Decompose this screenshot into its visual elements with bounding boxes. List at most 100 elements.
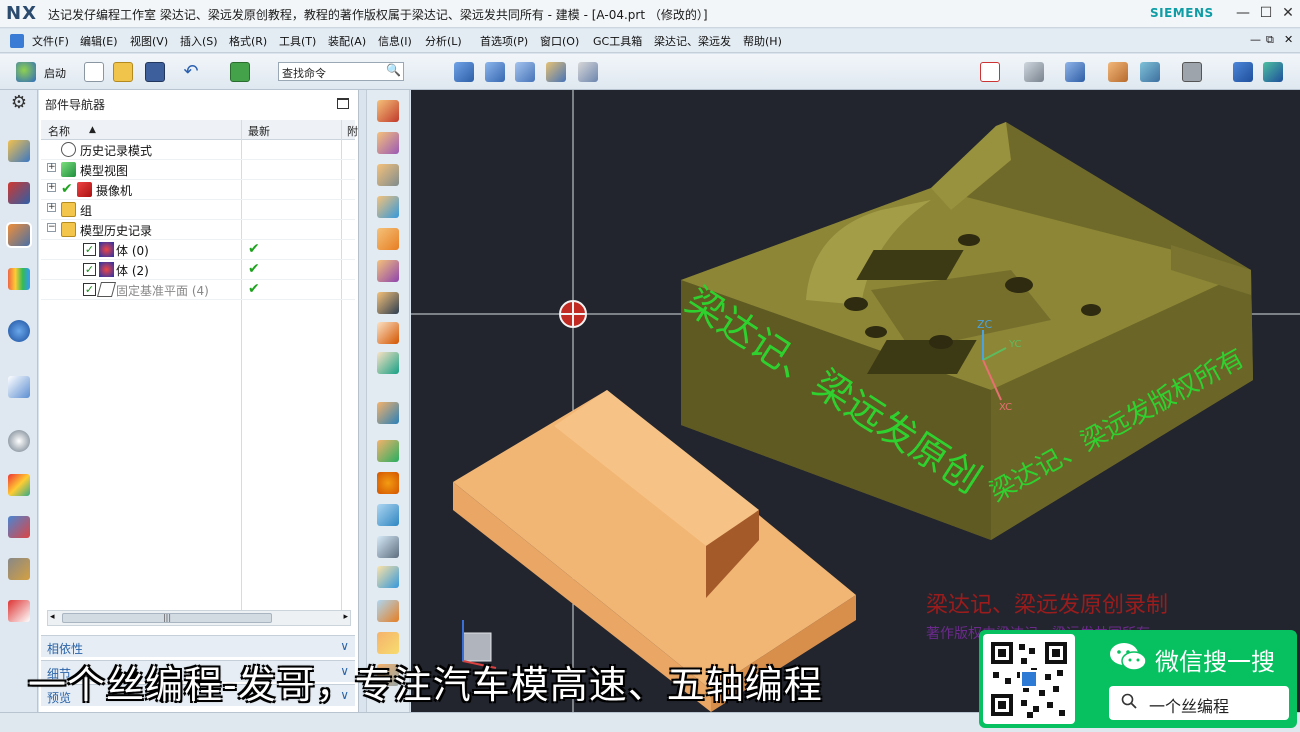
graphics-viewport[interactable]: ZC YC XC 梁达记、梁远发原创 梁达记、梁远发版权所有 梁达记、梁远发原创… bbox=[411, 90, 1300, 712]
menu-view[interactable]: 视图(V) bbox=[130, 33, 168, 49]
menu-gc-toolbox[interactable]: GC工具箱 bbox=[593, 33, 642, 49]
tree-row-body-2[interactable]: ✓ 体 (2) ✔ bbox=[41, 260, 355, 280]
navigator-horizontal-scrollbar[interactable]: ◂ ||| ▸ bbox=[47, 610, 351, 626]
menu-analysis[interactable]: 分析(L) bbox=[425, 33, 462, 49]
patch-icon[interactable] bbox=[377, 566, 399, 588]
unite-icon[interactable] bbox=[377, 228, 399, 250]
chevron-down-icon[interactable]: ∨ bbox=[340, 639, 349, 653]
tree-row-groups[interactable]: + 组 bbox=[41, 200, 355, 220]
offset-face-icon[interactable] bbox=[377, 196, 399, 218]
tree-row-datum-plane[interactable]: ✓ 固定基准平面 (4) ✔ bbox=[41, 280, 355, 300]
sort-arrow-icon[interactable]: ▲ bbox=[89, 125, 96, 135]
move-face-icon[interactable] bbox=[377, 352, 399, 374]
subtract-icon[interactable] bbox=[377, 260, 399, 282]
section-view-icon[interactable] bbox=[1140, 62, 1160, 82]
mesh-surface-icon[interactable] bbox=[485, 62, 505, 82]
sew-icon[interactable] bbox=[377, 504, 399, 526]
column-attached[interactable]: 附 bbox=[347, 123, 358, 139]
shell-icon[interactable] bbox=[377, 402, 399, 424]
shaded-view-icon[interactable] bbox=[1065, 62, 1085, 82]
menu-window[interactable]: 窗口(O) bbox=[540, 33, 579, 49]
web-browser-icon[interactable] bbox=[8, 320, 30, 342]
expand-icon[interactable]: + bbox=[47, 183, 56, 192]
menu-tools[interactable]: 工具(T) bbox=[279, 33, 316, 49]
snap-point-icon[interactable] bbox=[1233, 62, 1253, 82]
assembly-navigator-icon[interactable] bbox=[8, 140, 30, 162]
render-style-icon[interactable] bbox=[1024, 62, 1044, 82]
minimize-button[interactable]: — bbox=[1234, 4, 1252, 22]
hole-array-icon[interactable] bbox=[377, 472, 399, 494]
open-folder-icon[interactable] bbox=[113, 62, 133, 82]
clock-history-icon[interactable] bbox=[8, 430, 30, 452]
role-icon[interactable] bbox=[8, 558, 30, 580]
menu-preferences[interactable]: 首选项(P) bbox=[480, 33, 528, 49]
trim-body-icon[interactable] bbox=[377, 164, 399, 186]
visibility-checkbox[interactable]: ✓ bbox=[83, 283, 96, 296]
scroll-thumb[interactable]: ||| bbox=[62, 613, 272, 623]
history-palette-icon[interactable] bbox=[8, 376, 30, 398]
collapse-icon[interactable]: − bbox=[47, 223, 56, 232]
hole bbox=[929, 335, 953, 349]
background-color-icon[interactable] bbox=[1182, 62, 1202, 82]
doc-minimize-button[interactable]: — bbox=[1250, 33, 1261, 46]
column-latest[interactable]: 最新 bbox=[248, 123, 270, 139]
tree-row-model-views[interactable]: + 模型视图 bbox=[41, 160, 355, 180]
reuse-library-icon[interactable] bbox=[8, 268, 30, 290]
extrude-icon[interactable] bbox=[377, 100, 399, 122]
expand-icon[interactable]: + bbox=[47, 163, 56, 172]
constraint-navigator-icon[interactable] bbox=[8, 182, 30, 204]
trim-surface-icon[interactable] bbox=[578, 62, 598, 82]
doc-close-button[interactable]: ✕ bbox=[1284, 33, 1293, 46]
revolve-icon[interactable] bbox=[377, 132, 399, 154]
search-icon[interactable]: 🔍 bbox=[386, 63, 401, 77]
fit-view-icon[interactable] bbox=[980, 62, 1000, 82]
menu-format[interactable]: 格式(R) bbox=[229, 33, 267, 49]
pattern-icon[interactable] bbox=[377, 292, 399, 314]
visible-check-icon[interactable]: ✔ bbox=[61, 182, 76, 197]
wcs-icon[interactable] bbox=[1263, 62, 1283, 82]
close-button[interactable]: ✕ bbox=[1279, 4, 1297, 22]
new-file-icon[interactable] bbox=[84, 62, 104, 82]
menu-insert[interactable]: 插入(S) bbox=[180, 33, 218, 49]
tree-row-body-0[interactable]: ✓ 体 (0) ✔ bbox=[41, 240, 355, 260]
scroll-right-icon[interactable]: ▸ bbox=[343, 612, 348, 622]
offset-surface-icon[interactable] bbox=[546, 62, 566, 82]
tree-row-history-mode[interactable]: 历史记录模式 bbox=[41, 140, 355, 160]
draft-icon[interactable] bbox=[377, 322, 399, 344]
scroll-left-icon[interactable]: ◂ bbox=[50, 612, 55, 622]
block-icon[interactable] bbox=[377, 600, 399, 622]
menu-information[interactable]: 信息(I) bbox=[378, 33, 412, 49]
start-button-label[interactable]: 启动 bbox=[44, 65, 66, 81]
doc-restore-button[interactable]: ⧉ bbox=[1266, 33, 1274, 47]
orient-view-icon[interactable] bbox=[1108, 62, 1128, 82]
tree-row-cameras[interactable]: + ✔ 摄像机 bbox=[41, 180, 355, 200]
swept-surface-icon[interactable] bbox=[515, 62, 535, 82]
visibility-checkbox[interactable]: ✓ bbox=[83, 263, 96, 276]
menu-assembly[interactable]: 装配(A) bbox=[328, 33, 366, 49]
save-icon[interactable] bbox=[145, 62, 165, 82]
system-scene-icon[interactable] bbox=[8, 600, 30, 622]
part-navigator-icon[interactable] bbox=[6, 222, 32, 248]
column-name[interactable]: 名称 bbox=[48, 123, 70, 139]
visibility-checkbox[interactable]: ✓ bbox=[83, 243, 96, 256]
menu-help[interactable]: 帮助(H) bbox=[743, 33, 782, 49]
maximize-panel-icon[interactable] bbox=[337, 98, 349, 109]
refresh-icon[interactable] bbox=[230, 62, 250, 82]
split-body-icon[interactable] bbox=[377, 536, 399, 558]
process-studio-icon[interactable] bbox=[8, 474, 30, 496]
thicken-icon[interactable] bbox=[377, 440, 399, 462]
menu-edit[interactable]: 编辑(E) bbox=[80, 33, 118, 49]
model-scene[interactable]: ZC YC XC 梁达记、梁远发原创 梁达记、梁远发版权所有 梁达记、梁远发原创… bbox=[411, 90, 1300, 712]
start-icon[interactable] bbox=[16, 62, 36, 82]
emboss-icon[interactable] bbox=[377, 632, 399, 654]
maximize-button[interactable]: ☐ bbox=[1257, 4, 1275, 22]
tree-row-model-history[interactable]: − 模型历史记录 bbox=[41, 220, 355, 240]
undo-icon[interactable]: ↶ bbox=[181, 62, 201, 82]
menu-file[interactable]: 文件(F) bbox=[32, 33, 69, 49]
app-menu-icon[interactable] bbox=[10, 34, 24, 48]
expand-icon[interactable]: + bbox=[47, 203, 56, 212]
surface-icon[interactable] bbox=[454, 62, 474, 82]
menu-custom[interactable]: 梁达记、梁远发 bbox=[654, 33, 731, 49]
manufacturing-wizard-icon[interactable] bbox=[8, 516, 30, 538]
settings-gear-icon[interactable]: ⚙ bbox=[8, 92, 30, 114]
